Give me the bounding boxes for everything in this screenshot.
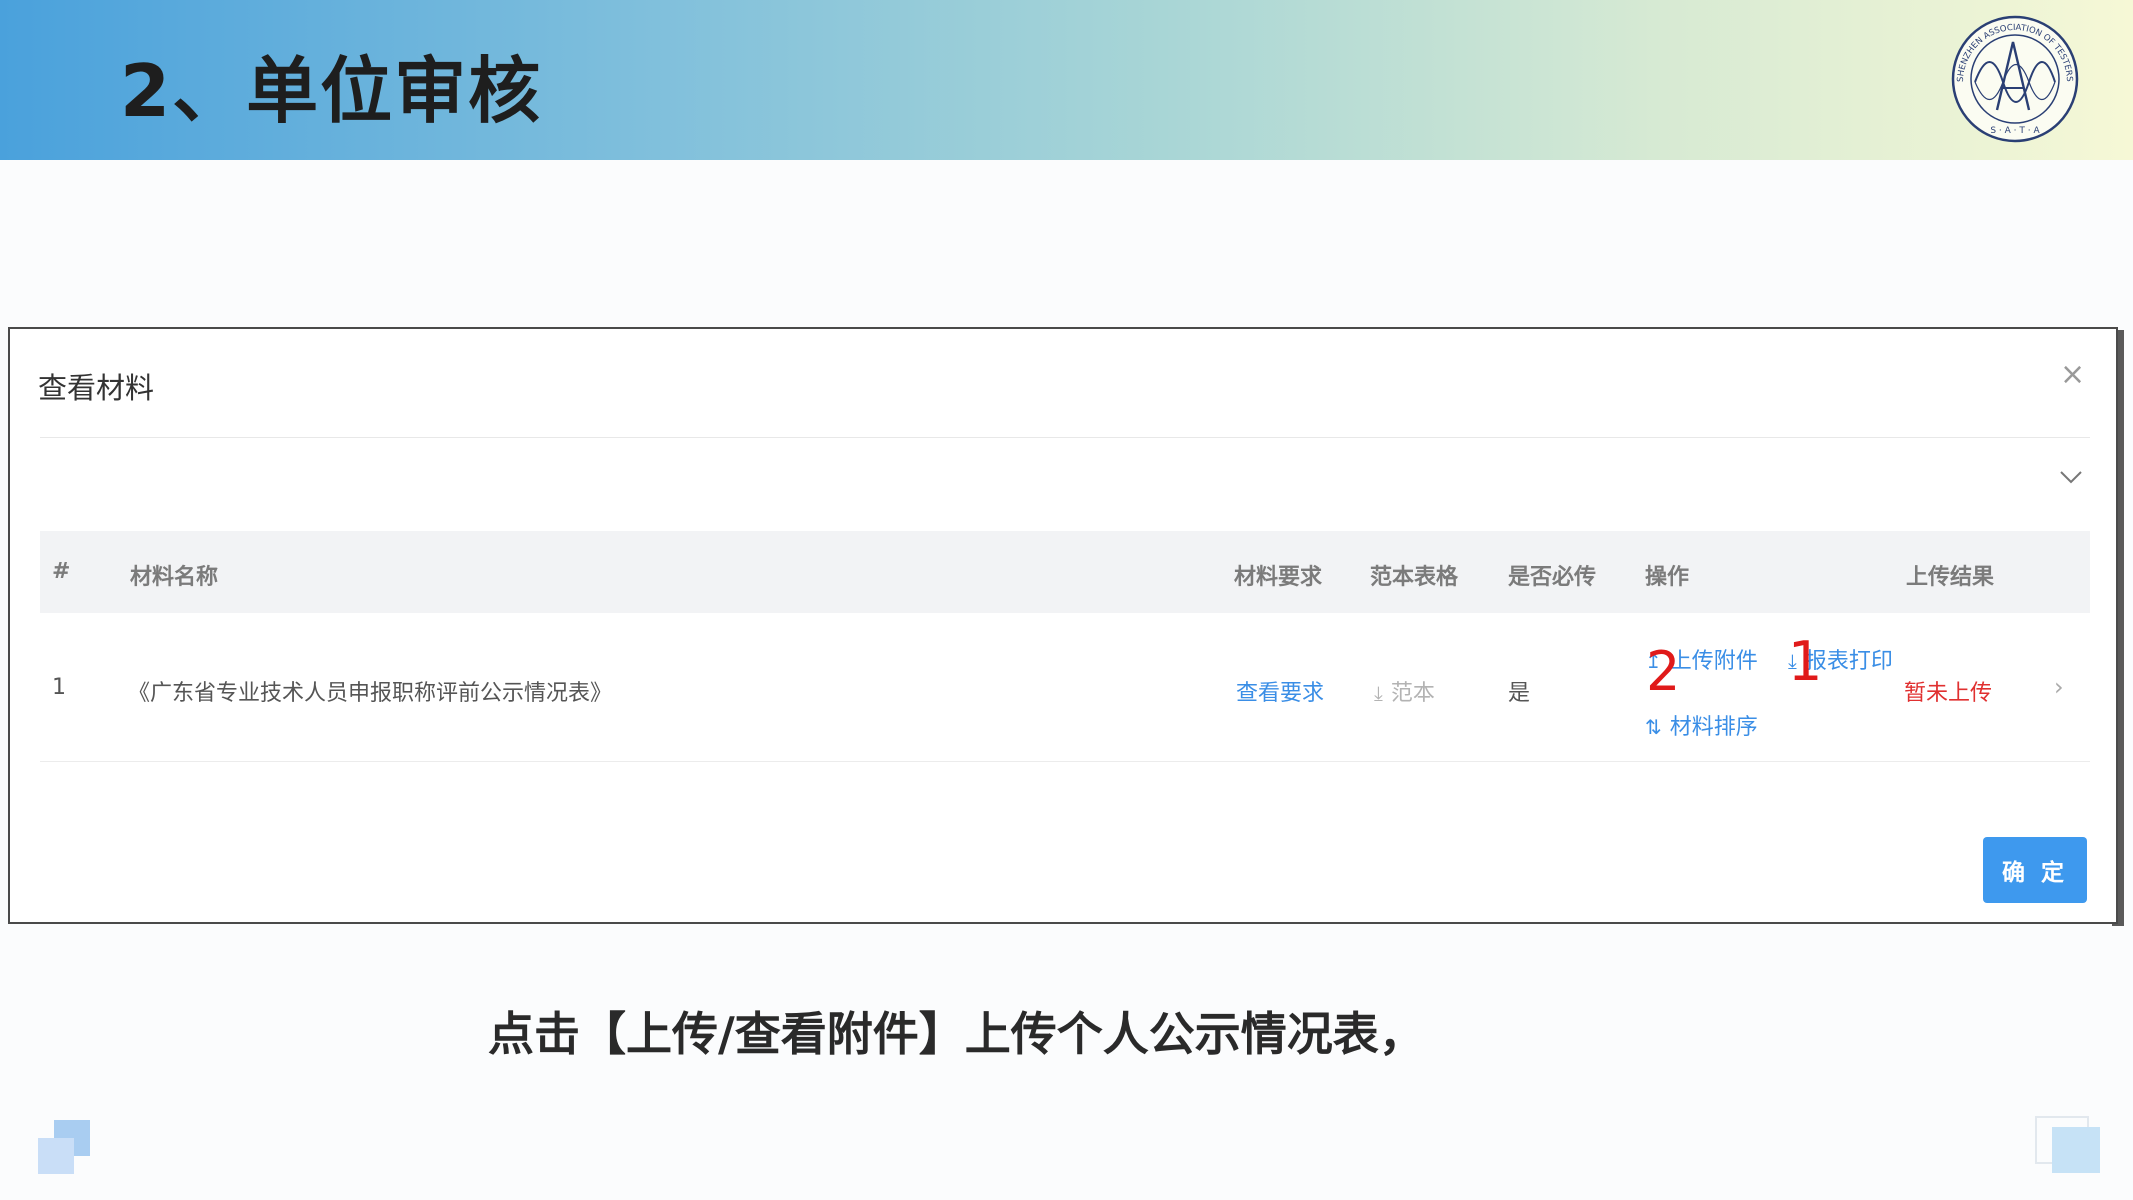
- close-icon[interactable]: ×: [2060, 357, 2085, 392]
- decorative-squares-right: [2035, 1116, 2100, 1173]
- column-header-requirement: 材料要求: [1234, 565, 1323, 590]
- upload-attachment-label: 上传附件: [1669, 649, 1758, 674]
- template-download-link[interactable]: ⤓ 范本: [1374, 675, 1435, 707]
- dialog-title: 查看材料: [38, 371, 155, 405]
- column-header-name: 材料名称: [130, 565, 219, 590]
- table-row: 1 《广东省专业技术人员申报职称评前公示情况表》 查看要求 ⤓ 范本 是 ↥ 上传附…: [40, 613, 2090, 762]
- view-requirement-link[interactable]: 查看要求: [1236, 675, 1324, 707]
- annotation-mark-1: 1: [1788, 630, 1823, 693]
- column-header-required: 是否必传: [1508, 565, 1597, 590]
- slide-title: 2、单位审核: [120, 49, 543, 133]
- column-header-index: #: [52, 559, 71, 584]
- sort-materials-button[interactable]: ⇅ 材料排序: [1645, 709, 1758, 741]
- chevron-right-icon[interactable]: ›: [2054, 673, 2064, 701]
- sort-icon: ⇅: [1645, 715, 1662, 739]
- chevron-down-icon[interactable]: [2057, 467, 2085, 487]
- column-header-actions: 操作: [1645, 565, 1690, 590]
- template-label: 范本: [1390, 681, 1435, 706]
- decorative-squares-left: [38, 1120, 90, 1174]
- material-name: 《广东省专业技术人员申报职称评前公示情况表》: [128, 681, 613, 706]
- table-header: # 材料名称 材料要求 范本表格 是否必传 操作 上传结果: [40, 531, 2090, 613]
- upload-status: 暂未上传: [1904, 681, 1993, 706]
- logo-initials: S · A · T · A: [1990, 126, 2040, 136]
- download-icon: ⤓: [1374, 681, 1383, 705]
- slide-caption: 点击【上传/查看附件】上传个人公示情况表，: [488, 1007, 1425, 1061]
- column-header-template: 范本表格: [1370, 565, 1459, 590]
- title-divider: [40, 437, 2090, 438]
- association-logo: SHENZHEN ASSOCIATION OF TESTERS AND ANAL…: [1945, 12, 2079, 143]
- view-materials-dialog: 查看材料 × # 材料名称 材料要求 范本表格 是否必传 操作 上传结果 1 《…: [8, 327, 2118, 924]
- sort-materials-label: 材料排序: [1669, 715, 1758, 740]
- row-index: 1: [52, 675, 66, 700]
- required-value: 是: [1508, 681, 1531, 706]
- column-header-result: 上传结果: [1906, 565, 1995, 590]
- annotation-mark-2: 2: [1646, 640, 1681, 703]
- confirm-button[interactable]: 确 定: [1983, 837, 2087, 903]
